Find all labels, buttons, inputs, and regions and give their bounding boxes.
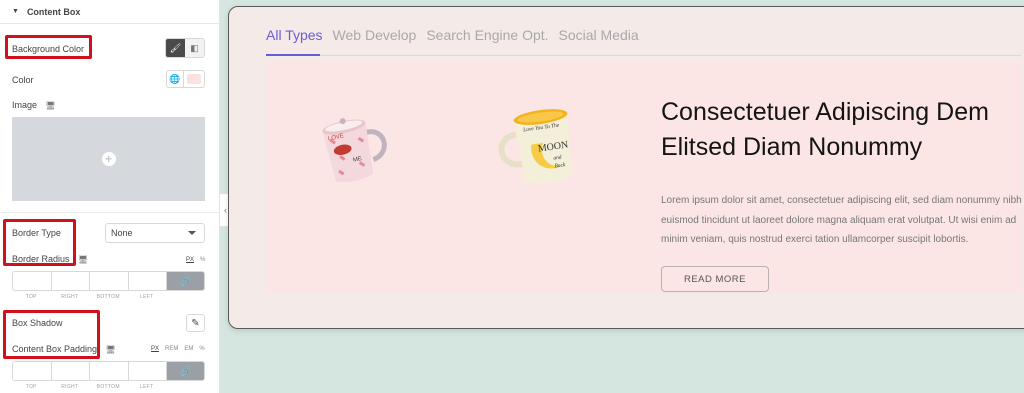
classic-brush-button[interactable]: 🖌: [166, 39, 185, 57]
unit-percent[interactable]: %: [200, 257, 205, 263]
tabs-divider: [266, 55, 1021, 56]
dim-label-top: TOP: [25, 294, 37, 300]
highlight-box-border: [3, 219, 76, 266]
padding-inputs: 🔗: [12, 361, 205, 381]
unit-px[interactable]: PX: [186, 257, 194, 263]
link-icon: 🔗: [179, 365, 192, 376]
desktop-icon[interactable]: 🖥: [78, 255, 88, 264]
gradient-button[interactable]: ◧: [185, 39, 204, 57]
divider: [0, 212, 220, 213]
unit-em[interactable]: EM: [184, 346, 193, 352]
dim-label-left: LEFT: [140, 294, 154, 300]
gradient-icon: ◧: [190, 42, 199, 53]
global-colors-button[interactable]: 🌐: [166, 70, 184, 88]
padding-right-input[interactable]: [51, 362, 90, 380]
dim-label-top: TOP: [25, 384, 37, 390]
color-swatch[interactable]: [184, 70, 205, 88]
tab-web-develop[interactable]: Web Develop: [333, 27, 417, 43]
radius-right-input[interactable]: [51, 272, 90, 290]
radius-top-input[interactable]: [13, 272, 52, 290]
link-values-button[interactable]: 🔗: [167, 272, 204, 290]
unit-rem[interactable]: REM: [165, 346, 178, 352]
border-radius-inputs: 🔗: [12, 271, 205, 291]
desktop-icon[interactable]: 🖥: [106, 345, 116, 354]
image-picker[interactable]: +: [12, 117, 205, 201]
padding-dimension-labels: TOP RIGHT BOTTOM LEFT: [12, 384, 167, 390]
tab-social-media[interactable]: Social Media: [559, 27, 639, 43]
padding-bottom-input[interactable]: [90, 362, 129, 380]
dim-label-right: RIGHT: [61, 294, 79, 300]
border-type-value: None: [111, 228, 133, 238]
radius-left-input[interactable]: [128, 272, 167, 290]
globe-icon: 🌐: [169, 73, 181, 84]
section-header-content-box[interactable]: ▼ Content Box: [0, 0, 220, 24]
chevron-left-icon: ‹: [224, 205, 227, 215]
color-swatch-fill: [187, 74, 201, 84]
caret-down-icon: ▼: [12, 8, 19, 15]
dim-label-left: LEFT: [140, 384, 154, 390]
radius-dimension-labels: TOP RIGHT BOTTOM LEFT: [12, 294, 167, 300]
content-box: LOVE ME Love You To The MOON and Back Co…: [266, 61, 1022, 293]
active-tab-indicator: [266, 54, 320, 56]
dim-label-bottom: BOTTOM: [96, 294, 120, 300]
mug2-and-text: and: [553, 154, 562, 161]
highlight-box-background-color: [5, 35, 92, 59]
tab-search-engine-opt[interactable]: Search Engine Opt.: [426, 27, 548, 43]
box-shadow-edit-button[interactable]: ✎: [186, 314, 205, 332]
desktop-icon[interactable]: 🖥: [46, 101, 56, 110]
moon-mug-image: Love You To The MOON and Back: [498, 109, 572, 184]
pencil-icon: ✎: [191, 317, 200, 329]
image-label: Image: [12, 100, 38, 110]
color-label: Color: [12, 75, 34, 85]
dim-label-bottom: BOTTOM: [96, 384, 120, 390]
image-label-row: Image 🖥: [12, 100, 56, 110]
background-type-toggle: 🖌 ◧: [165, 38, 205, 58]
link-icon: 🔗: [179, 275, 192, 286]
highlight-box-shadow-padding: [3, 310, 100, 359]
padding-left-input[interactable]: [128, 362, 167, 380]
tab-all-types[interactable]: All Types: [266, 27, 323, 43]
filter-tabs: All Types Web Develop Search Engine Opt.…: [266, 27, 639, 43]
content-heading: Consectetuer Adipiscing Dem Elitsed Diam…: [661, 98, 989, 161]
love-me-mug-image: LOVE ME: [322, 118, 387, 183]
radius-bottom-input[interactable]: [90, 272, 129, 290]
border-radius-units: PX %: [186, 257, 205, 263]
read-more-button[interactable]: READ MORE: [661, 266, 769, 292]
link-values-button[interactable]: 🔗: [167, 362, 204, 380]
content-body-text: Lorem ipsum dolor sit amet, consectetuer…: [661, 195, 1022, 245]
unit-px[interactable]: PX: [151, 346, 159, 352]
add-image-icon[interactable]: +: [101, 152, 116, 166]
unit-percent[interactable]: %: [199, 346, 204, 352]
editor-panel: ▼ Content Box Background Color 🖌 ◧ Color…: [0, 0, 220, 393]
chevron-down-icon: [188, 231, 196, 235]
brush-icon: 🖌: [169, 42, 182, 53]
padding-units: PX REM EM %: [151, 346, 205, 352]
section-title: Content Box: [26, 6, 81, 17]
padding-top-input[interactable]: [13, 362, 52, 380]
preview-card: All Types Web Develop Search Engine Opt.…: [228, 6, 1024, 329]
dim-label-right: RIGHT: [61, 384, 79, 390]
border-type-select[interactable]: None: [105, 223, 205, 243]
